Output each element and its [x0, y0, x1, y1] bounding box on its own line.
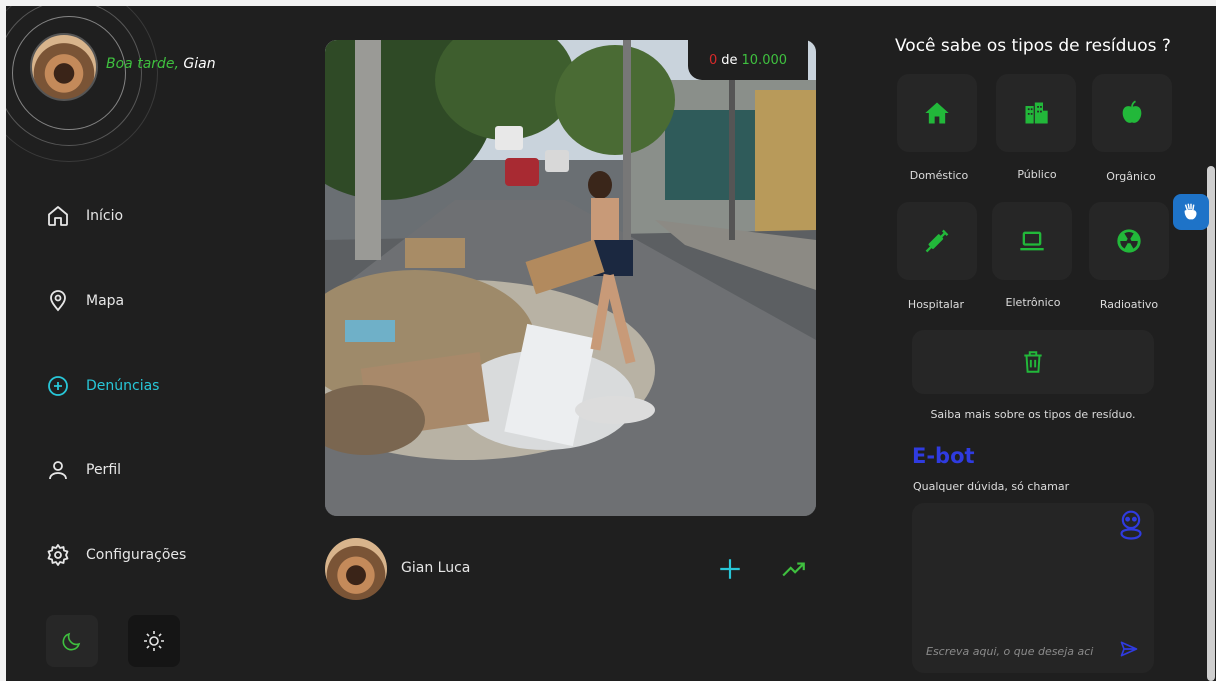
greeting-name: Gian	[178, 56, 216, 72]
sign-language-hands-icon	[1184, 203, 1197, 220]
add-report-button[interactable]	[715, 554, 745, 584]
report-photo[interactable]	[325, 40, 816, 516]
greeting: Boa tarde, Gian	[106, 56, 216, 72]
waste-type-radioativo-button[interactable]	[1089, 202, 1169, 280]
post-user-name: Gian Luca	[401, 560, 471, 576]
report-counter: 0 de 10.000	[688, 40, 808, 80]
waste-type-domestico-button[interactable]	[897, 74, 977, 152]
send-icon[interactable]	[1118, 639, 1140, 659]
ebot-chat-box	[912, 503, 1154, 673]
waste-type-hospitalar-button[interactable]	[897, 202, 977, 280]
waste-type-publico-button[interactable]	[996, 74, 1076, 152]
waste-type-label: Hospitalar	[907, 298, 965, 311]
trending-button[interactable]	[779, 554, 809, 584]
trash-icon	[1024, 351, 1042, 373]
waste-type-organico-button[interactable]	[1092, 74, 1172, 152]
counter-current: 0	[708, 52, 718, 68]
robot-icon	[1120, 510, 1142, 540]
laptop-icon	[1020, 231, 1044, 251]
dark-mode-button[interactable]	[46, 615, 98, 667]
learn-more-text: Saiba mais sobre os tipos de resíduo.	[930, 408, 1136, 421]
street-garbage-image	[325, 40, 816, 516]
map-pin-icon	[50, 290, 66, 312]
nav-item-inicio[interactable]: Início	[46, 204, 123, 228]
ebot-title: E-bot	[912, 444, 975, 468]
nav-item-configuracoes[interactable]: Configurações	[46, 543, 186, 567]
ebot-subtitle: Qualquer dúvida, só chamar	[913, 480, 1070, 493]
waste-types-title: Você sabe os tipos de resíduos ?	[895, 36, 1171, 56]
waste-type-label: Radioativo	[1099, 298, 1159, 311]
plus-icon	[720, 559, 740, 579]
nav-label: Denúncias	[86, 378, 160, 394]
waste-type-label: Público	[1017, 168, 1057, 181]
nav-item-denuncias[interactable]: Denúncias	[46, 374, 159, 398]
waste-type-label: Eletrônico	[1005, 296, 1061, 309]
city-buildings-icon	[1025, 102, 1048, 124]
ebot-message-input[interactable]	[924, 644, 1100, 659]
post-user-avatar[interactable]	[325, 538, 387, 600]
scrollbar[interactable]	[1207, 166, 1215, 681]
waste-types-more-button[interactable]	[912, 330, 1154, 394]
radioactive-icon	[1117, 229, 1141, 253]
sun-icon	[144, 631, 164, 651]
user-icon	[49, 461, 67, 480]
profile-avatar[interactable]	[30, 33, 98, 101]
gear-icon	[47, 544, 69, 566]
house-icon	[925, 102, 949, 124]
app-window: Boa tarde, Gian Início Mapa Denúncias Pe…	[6, 6, 1216, 681]
plus-circle-icon	[48, 376, 68, 396]
nav-label: Mapa	[86, 293, 125, 309]
sidebar: Boa tarde, Gian Início Mapa Denúncias Pe…	[6, 6, 306, 681]
accessibility-button[interactable]	[1173, 194, 1209, 230]
moon-icon	[62, 632, 81, 651]
trending-up-icon	[782, 562, 805, 577]
nav-label: Início	[86, 208, 124, 224]
apple-icon	[1122, 100, 1142, 123]
nav-item-mapa[interactable]: Mapa	[46, 289, 124, 313]
greeting-time: Boa tarde,	[106, 56, 179, 72]
nav-label: Perfil	[86, 462, 122, 478]
counter-max: 10.000	[741, 52, 788, 68]
syringe-icon	[925, 229, 949, 253]
waste-type-label: Orgânico	[1106, 170, 1156, 183]
waste-type-label: Doméstico	[909, 169, 969, 182]
waste-type-eletronico-button[interactable]	[992, 202, 1072, 280]
nav-item-perfil[interactable]: Perfil	[46, 458, 121, 482]
home-icon	[48, 206, 68, 226]
light-mode-button[interactable]	[128, 615, 180, 667]
counter-separator: de	[721, 52, 738, 68]
nav-label: Configurações	[86, 547, 187, 563]
